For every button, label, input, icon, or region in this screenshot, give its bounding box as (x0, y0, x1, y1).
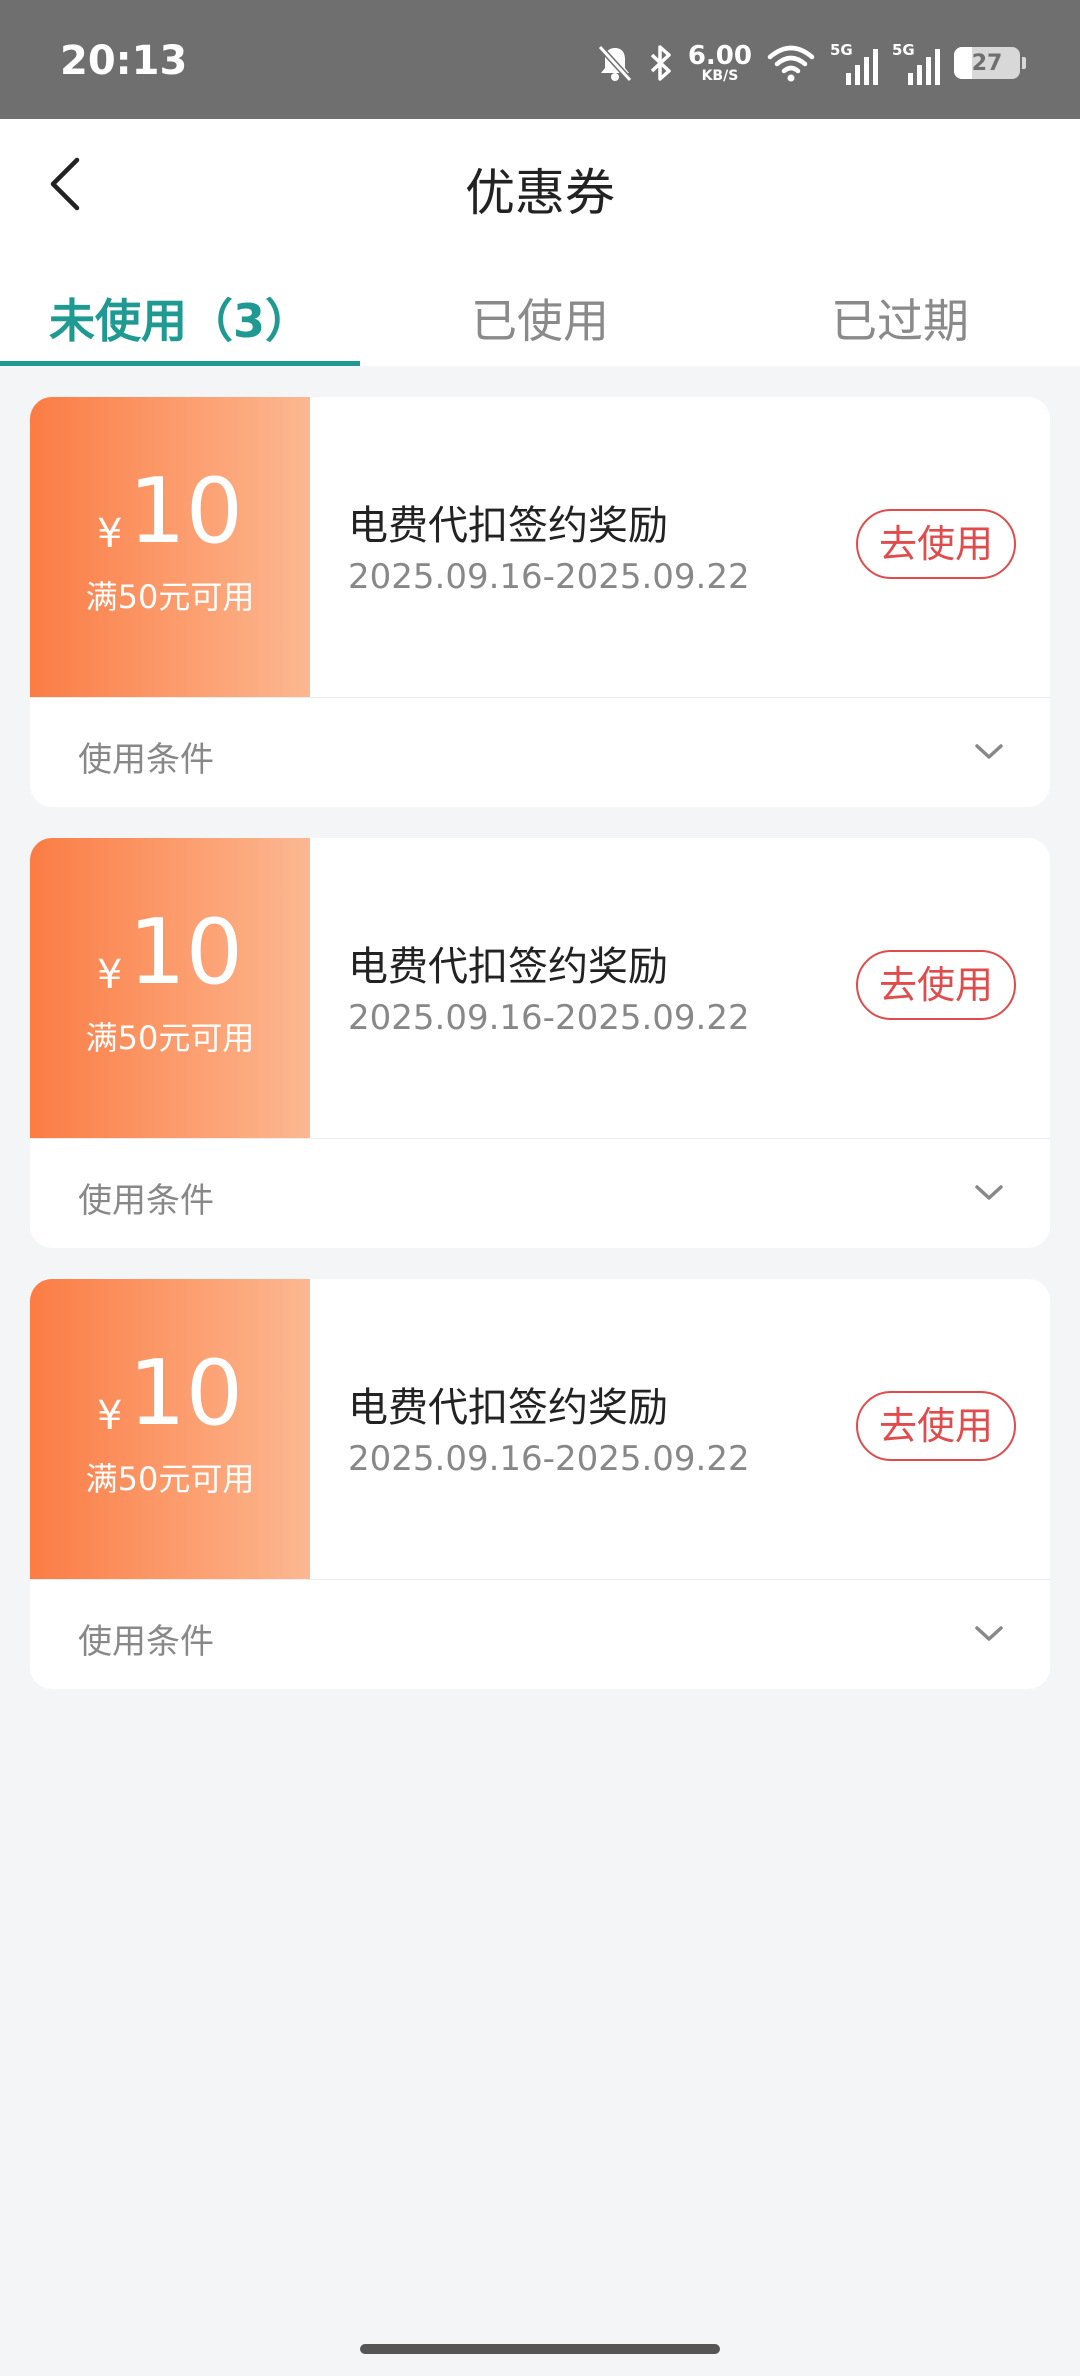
use-coupon-button[interactable]: 去使用 (856, 1391, 1016, 1461)
chevron-down-icon (975, 1185, 1003, 1200)
bell-off-icon (596, 43, 634, 83)
coupon-value-panel: ¥10 满50元可用 (30, 397, 310, 697)
terms-label[interactable]: 使用条件 (78, 732, 214, 781)
currency-symbol: ¥ (97, 1393, 123, 1439)
coupon-condition: 满50元可用 (85, 578, 255, 616)
net-speed-unit: KB/S (701, 68, 739, 84)
coupon-amount: 10 (128, 1341, 243, 1446)
home-indicator[interactable] (360, 2344, 720, 2354)
coupon-card: ¥10 满50元可用 电费代扣签约奖励 2025.09.16-2025.09.2… (30, 838, 1050, 1248)
net-speed-value: 6.00 (687, 41, 752, 71)
status-icons: 6.00 KB/S 5G 5G 27 (596, 38, 1026, 88)
coupon-condition: 满50元可用 (85, 1019, 255, 1057)
coupon-date-range: 2025.09.16-2025.09.22 (348, 998, 750, 1038)
coupon-name: 电费代扣签约奖励 (348, 1385, 668, 1431)
expand-terms-button[interactable] (964, 1168, 1014, 1218)
page-title: 优惠券 (465, 164, 615, 222)
expand-terms-button[interactable] (964, 1609, 1014, 1659)
battery-level: 27 (971, 50, 1003, 76)
tab-expired[interactable]: 已过期 (720, 249, 1080, 366)
chevron-down-icon (975, 1626, 1003, 1641)
terms-label[interactable]: 使用条件 (78, 1173, 214, 1222)
expand-terms-button[interactable] (964, 727, 1014, 777)
coupon-amount: 10 (128, 900, 243, 1005)
tab-bar: 未使用（3） 已使用 已过期 (0, 249, 1080, 366)
terms-label[interactable]: 使用条件 (78, 1614, 214, 1663)
coupon-value-panel: ¥10 满50元可用 (30, 838, 310, 1138)
coupon-date-range: 2025.09.16-2025.09.22 (348, 557, 750, 597)
battery-icon: 27 (954, 47, 1026, 79)
header: 优惠券 (0, 119, 1080, 249)
coupon-name: 电费代扣签约奖励 (348, 944, 668, 990)
net-speed: 6.00 KB/S (688, 43, 752, 83)
tab-unused[interactable]: 未使用（3） (0, 249, 360, 366)
divider (30, 1579, 1050, 1580)
signal-icon: 5G (830, 41, 878, 85)
coupon-card: ¥10 满50元可用 电费代扣签约奖励 2025.09.16-2025.09.2… (30, 1279, 1050, 1689)
tab-used[interactable]: 已使用 (360, 249, 720, 366)
wifi-icon (766, 43, 816, 83)
divider (30, 697, 1050, 698)
coupon-date-range: 2025.09.16-2025.09.22 (348, 1439, 750, 1479)
chevron-down-icon (975, 744, 1003, 759)
currency-symbol: ¥ (97, 952, 123, 998)
divider (30, 1138, 1050, 1139)
use-coupon-button[interactable]: 去使用 (856, 509, 1016, 579)
status-time: 20:13 (60, 38, 188, 84)
use-coupon-button[interactable]: 去使用 (856, 950, 1016, 1020)
coupon-name: 电费代扣签约奖励 (348, 503, 668, 549)
coupon-card: ¥10 满50元可用 电费代扣签约奖励 2025.09.16-2025.09.2… (30, 397, 1050, 807)
currency-symbol: ¥ (97, 511, 123, 557)
coupon-amount: 10 (128, 459, 243, 564)
signal-icon: 5G (892, 41, 940, 85)
status-bar: 20:13 6.00 KB/S 5G 5G 27 (0, 0, 1080, 119)
bluetooth-icon (648, 43, 674, 83)
coupon-condition: 满50元可用 (85, 1460, 255, 1498)
coupon-value-panel: ¥10 满50元可用 (30, 1279, 310, 1579)
